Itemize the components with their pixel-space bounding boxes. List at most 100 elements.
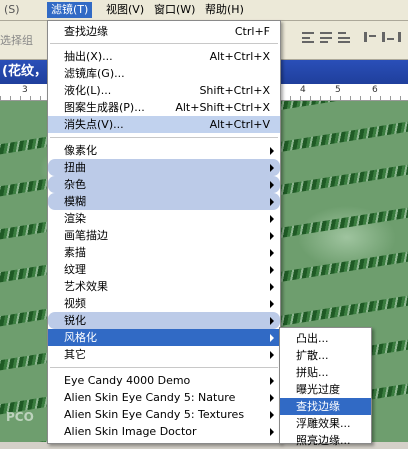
distribute-center-icon[interactable] — [380, 29, 396, 45]
menu-edit-cut[interactable]: (S) — [0, 2, 24, 18]
submenu-item-label: 浮雕效果... — [296, 417, 351, 430]
menu-item-label: 纹理 — [64, 263, 86, 276]
menu-item-image-doctor[interactable]: Alien Skin Image Doctor — [48, 423, 280, 440]
menu-item-label: 滤镜库(G)... — [64, 67, 125, 80]
menu-item-label: 模糊 — [64, 195, 86, 208]
menu-item-find-edges-last[interactable]: 查找边缘 Ctrl+F — [48, 23, 280, 40]
menu-item-texture[interactable]: 纹理 — [48, 261, 280, 278]
menu-item-liquify[interactable]: 液化(L)... Shift+Ctrl+X — [48, 82, 280, 99]
menu-item-pixelate[interactable]: 像素化 — [48, 142, 280, 159]
menu-item-label: Eye Candy 4000 Demo — [64, 374, 191, 387]
menu-item-pattern-maker[interactable]: 图案生成器(P)... Alt+Shift+Ctrl+X — [48, 99, 280, 116]
align-top-icon[interactable] — [300, 29, 316, 45]
menu-item-label: 风格化 — [64, 331, 97, 344]
menu-item-label: 查找边缘 — [64, 25, 108, 38]
ruler-label: 6 — [372, 85, 378, 95]
menu-item-shortcut: Ctrl+F — [234, 25, 270, 38]
submenu-item-label: 照亮边缘... — [296, 434, 351, 447]
menu-item-render[interactable]: 渲染 — [48, 210, 280, 227]
menu-item-label: 素描 — [64, 246, 86, 259]
submenu-item-extrude[interactable]: 凸出... — [280, 330, 371, 347]
distribute-left-icon[interactable] — [362, 29, 378, 45]
menu-item-label: 其它 — [64, 348, 86, 361]
menu-help[interactable]: 帮助(H) — [201, 2, 248, 18]
submenu-arrow-icon — [270, 215, 274, 223]
menu-view[interactable]: 视图(V) — [102, 2, 148, 18]
menu-item-extract[interactable]: 抽出(X)... Alt+Ctrl+X — [48, 48, 280, 65]
menu-separator — [50, 137, 278, 138]
menu-item-label: Alien Skin Eye Candy 5: Nature — [64, 391, 236, 404]
submenu-arrow-icon — [270, 147, 274, 155]
submenu-arrow-icon — [270, 428, 274, 436]
menu-item-vanishing-point[interactable]: 消失点(V)... Alt+Ctrl+V — [48, 116, 280, 133]
menu-item-label: 图案生成器(P)... — [64, 101, 145, 114]
submenu-arrow-icon — [270, 181, 274, 189]
menu-item-label: 抽出(X)... — [64, 50, 113, 63]
menu-item-label: 艺术效果 — [64, 280, 108, 293]
menu-item-label: 画笔描边 — [64, 229, 108, 242]
menu-item-eye-candy-nature[interactable]: Alien Skin Eye Candy 5: Nature — [48, 389, 280, 406]
document-title: (花纹， — [2, 64, 47, 79]
ruler-label: 4 — [300, 85, 306, 95]
menu-item-shortcut: Shift+Ctrl+X — [199, 84, 270, 97]
align-middle-icon[interactable] — [318, 29, 334, 45]
menu-item-stylize[interactable]: 风格化 — [48, 329, 280, 346]
submenu-item-label: 扩散... — [296, 349, 329, 362]
filter-menu: 查找边缘 Ctrl+F 抽出(X)... Alt+Ctrl+X 滤镜库(G)..… — [47, 20, 281, 444]
submenu-arrow-icon — [270, 283, 274, 291]
menu-separator — [50, 367, 278, 368]
menu-item-label: 锐化 — [64, 314, 86, 327]
menu-window[interactable]: 窗口(W) — [150, 2, 199, 18]
submenu-item-label: 查找边缘 — [296, 400, 340, 413]
menu-item-label: Alien Skin Image Doctor — [64, 425, 197, 438]
menu-item-filter-gallery[interactable]: 滤镜库(G)... — [48, 65, 280, 82]
submenu-item-diffuse[interactable]: 扩散... — [280, 347, 371, 364]
submenu-item-label: 凸出... — [296, 332, 329, 345]
menu-item-label: 扭曲 — [64, 161, 86, 174]
menu-filter[interactable]: 滤镜(T) — [47, 2, 93, 18]
menu-item-artistic[interactable]: 艺术效果 — [48, 278, 280, 295]
submenu-arrow-icon — [270, 351, 274, 359]
submenu-item-find-edges[interactable]: 查找边缘 — [280, 398, 371, 415]
watermark-logo: PCO — [6, 410, 34, 424]
submenu-arrow-icon — [270, 232, 274, 240]
submenu-arrow-icon — [270, 249, 274, 257]
menu-item-sharpen[interactable]: 锐化 — [48, 312, 280, 329]
distribute-right-icon[interactable] — [396, 29, 408, 45]
menu-item-brush-strokes[interactable]: 画笔描边 — [48, 227, 280, 244]
submenu-arrow-icon — [270, 266, 274, 274]
menu-item-shortcut: Alt+Ctrl+X — [209, 50, 270, 63]
menu-item-label: 液化(L)... — [64, 84, 112, 97]
submenu-item-solarize[interactable]: 曝光过度 — [280, 381, 371, 398]
submenu-arrow-icon — [270, 411, 274, 419]
menu-item-blur[interactable]: 模糊 — [48, 193, 280, 210]
align-bottom-icon[interactable] — [336, 29, 352, 45]
menu-item-noise[interactable]: 杂色 — [48, 176, 280, 193]
menu-item-shortcut: Alt+Shift+Ctrl+X — [175, 101, 270, 114]
menu-item-eye-candy-textures[interactable]: Alien Skin Eye Candy 5: Textures — [48, 406, 280, 423]
menu-item-video[interactable]: 视频 — [48, 295, 280, 312]
submenu-arrow-icon — [270, 300, 274, 308]
submenu-arrow-icon — [270, 377, 274, 385]
menu-item-label: 视频 — [64, 297, 86, 310]
menu-item-shortcut: Alt+Ctrl+V — [209, 118, 270, 131]
stylize-submenu: 凸出... 扩散... 拼贴... 曝光过度 查找边缘 浮雕效果... 照亮边缘… — [279, 327, 372, 447]
menu-item-distort[interactable]: 扭曲 — [48, 159, 280, 176]
submenu-item-emboss[interactable]: 浮雕效果... — [280, 415, 371, 432]
menu-item-label: 杂色 — [64, 178, 86, 191]
submenu-arrow-icon — [270, 334, 274, 342]
select-group-label: 选择组 — [0, 34, 33, 47]
submenu-item-label: 曝光过度 — [296, 383, 340, 396]
ruler-label: 5 — [335, 85, 341, 95]
submenu-item-tiles[interactable]: 拼贴... — [280, 364, 371, 381]
submenu-item-glowing-edges[interactable]: 照亮边缘... — [280, 432, 371, 449]
submenu-item-label: 拼贴... — [296, 366, 329, 379]
menu-item-sketch[interactable]: 素描 — [48, 244, 280, 261]
ruler-label: 3 — [22, 85, 28, 95]
menu-item-other[interactable]: 其它 — [48, 346, 280, 363]
submenu-arrow-icon — [270, 394, 274, 402]
menu-bar: (S) 滤镜(T) 视图(V) 窗口(W) 帮助(H) — [0, 0, 408, 21]
menu-item-label: Alien Skin Eye Candy 5: Textures — [64, 408, 245, 421]
menu-item-eye-candy-4000[interactable]: Eye Candy 4000 Demo — [48, 372, 280, 389]
menu-item-label: 像素化 — [64, 144, 97, 157]
